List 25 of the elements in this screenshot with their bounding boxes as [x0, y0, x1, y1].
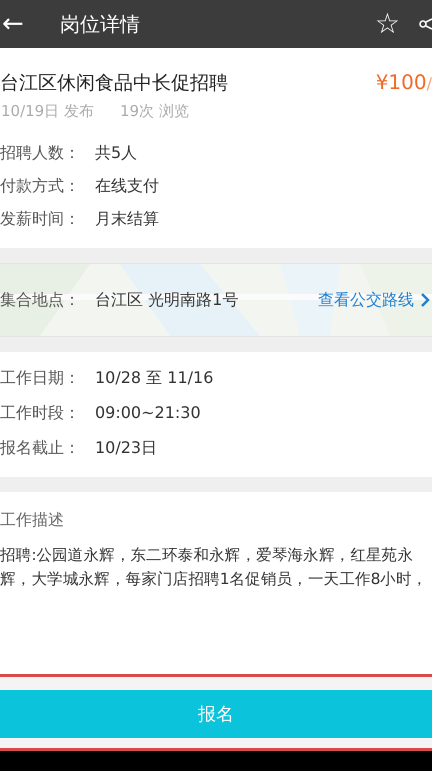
- bus-route-link[interactable]: 查看公交路线: [318, 290, 430, 310]
- field-label: 报名截止：: [0, 438, 81, 459]
- field-value: 09:00~21:30: [95, 403, 201, 424]
- job-title: 台江区休闲食品中长促招聘: [0, 71, 228, 96]
- field-label: 发薪时间：: [0, 209, 81, 230]
- field-value: 台江区 光明南路1号: [95, 290, 238, 310]
- field-label: 集合地点：: [0, 290, 81, 310]
- publish-date: 10/19日 发布: [1, 102, 94, 121]
- field-label: 工作日期：: [0, 368, 81, 389]
- field-label: 工作时段：: [0, 403, 81, 424]
- field-value: 共5人: [95, 143, 138, 164]
- field-label: 招聘人数：: [0, 143, 81, 164]
- back-button[interactable]: ←: [0, 9, 56, 39]
- field-value: 10/28 至 11/16: [95, 368, 214, 389]
- pay-rate: ¥100/: [376, 70, 432, 94]
- field-value: 月末结算: [95, 209, 159, 230]
- chevron-icon: [420, 292, 430, 308]
- page-title: 岗位详情: [60, 10, 141, 38]
- favorite-button[interactable]: ☆: [374, 10, 400, 38]
- job-description: 招聘:公园道永辉，东二环泰和永辉，爱琴海永辉，红星苑永辉，大学城永辉，每家门店招聘1名促销员，一天工作8小时，: [0, 545, 428, 590]
- view-count: 19次 浏览: [120, 102, 189, 121]
- field-label: 付款方式：: [0, 176, 81, 197]
- field-value: 在线支付: [95, 176, 159, 197]
- section-heading: 工作描述: [0, 510, 65, 531]
- field-value: 10/23日: [95, 438, 158, 459]
